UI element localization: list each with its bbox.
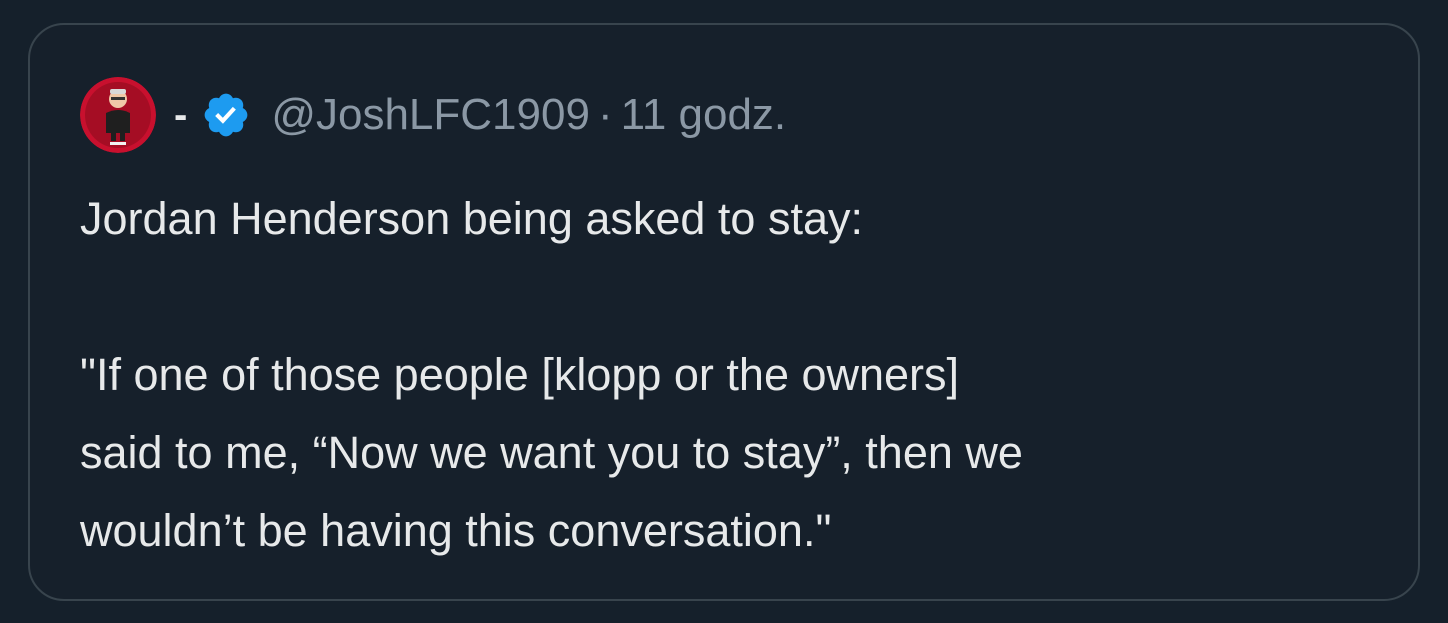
tweet-text-line: wouldn’t be having this conversation." bbox=[80, 505, 832, 556]
tweet-text-line: Jordan Henderson being asked to stay: bbox=[80, 193, 863, 244]
tweet-timestamp[interactable]: 11 godz. bbox=[621, 93, 787, 137]
display-name[interactable]: - bbox=[174, 95, 187, 135]
user-avatar[interactable] bbox=[80, 77, 156, 153]
tweet-text-line: said to me, “Now we want you to stay”, t… bbox=[80, 427, 1023, 478]
quoted-tweet-card[interactable]: - @JoshLFC1909 · 11 godz. Jordan Henders… bbox=[28, 23, 1420, 601]
tweet-header: - @JoshLFC1909 · 11 godz. bbox=[80, 77, 786, 153]
verified-badge-icon bbox=[201, 90, 251, 140]
tweet-text-line: "If one of those people [klopp or the ow… bbox=[80, 349, 960, 400]
tweet-text: Jordan Henderson being asked to stay: "I… bbox=[80, 180, 1380, 570]
avatar-image bbox=[80, 77, 156, 153]
user-handle[interactable]: @JoshLFC1909 bbox=[271, 93, 590, 137]
meta-separator: · bbox=[597, 90, 613, 139]
